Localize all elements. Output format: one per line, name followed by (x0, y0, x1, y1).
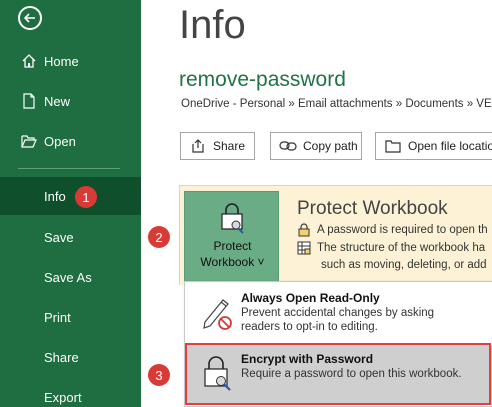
share-button[interactable]: Share (180, 132, 255, 160)
open-file-location-button[interactable]: Open file location (375, 132, 492, 160)
protect-info-line: The structure of the workbook ha (297, 241, 485, 255)
sidebar-item-label: Open (44, 133, 76, 149)
sidebar-item-info[interactable]: Info (0, 177, 141, 215)
pencil-blocked-icon (201, 292, 233, 337)
sidebar-item-save-as[interactable]: Save As (0, 258, 141, 296)
copy-path-label: Copy path (303, 139, 358, 153)
step-badge-3: 3 (148, 364, 170, 386)
protect-info-text: A password is required to open th (317, 224, 488, 237)
menu-item-always-open-read-only[interactable]: Always Open Read-Only Prevent accidental… (185, 284, 492, 344)
sidebar-item-save[interactable]: Save (0, 218, 141, 256)
sidebar-item-label: Print (44, 309, 71, 325)
protect-info-text: The structure of the workbook ha (317, 242, 486, 255)
protect-button-label-dropdown: Workbook ˅ (200, 255, 265, 269)
sidebar: Home New Open Info Save Save As Print Sh… (0, 0, 141, 407)
sidebar-item-label: Save (44, 229, 74, 245)
sidebar-item-open[interactable]: Open (0, 122, 141, 160)
menu-item-description-line: readers to opt-in to editing. (241, 321, 378, 333)
open-file-location-label: Open file location (408, 139, 492, 153)
protect-workbook-button[interactable]: Protect Workbook ˅ (184, 191, 279, 283)
file-name: remove-password (179, 68, 346, 91)
protect-info-line: A password is required to open th (297, 223, 488, 237)
copy-path-button[interactable]: Copy path (270, 132, 362, 160)
sidebar-item-label: Info (44, 188, 66, 204)
menu-item-title: Always Open Read-Only (241, 291, 380, 305)
sidebar-item-new[interactable]: New (0, 82, 141, 120)
share-icon (189, 137, 207, 155)
sidebar-item-label: Share (44, 349, 79, 365)
link-icon (279, 137, 297, 155)
lock-icon (219, 202, 245, 239)
sidebar-item-label: Home (44, 53, 79, 69)
protect-button-label: Protect (213, 239, 252, 253)
step-badge-1: 1 (75, 186, 97, 208)
home-icon (18, 50, 40, 72)
sidebar-item-print[interactable]: Print (0, 298, 141, 336)
sidebar-item-label: New (44, 93, 71, 109)
sidebar-divider (18, 168, 120, 169)
excel-backstage: Home New Open Info Save Save As Print Sh… (0, 0, 492, 407)
back-arrow-icon (23, 13, 35, 23)
sidebar-item-label: Export (44, 389, 82, 405)
folder-icon (384, 137, 402, 155)
lock-small-icon (297, 223, 313, 237)
sidebar-item-label: Save As (44, 269, 92, 285)
file-path-breadcrumb: OneDrive - Personal » Email attachments … (181, 98, 492, 110)
new-document-icon (18, 90, 40, 112)
structure-icon (297, 241, 313, 255)
step-badge-2: 2 (148, 226, 170, 248)
sidebar-item-export[interactable]: Export (0, 378, 141, 407)
share-label: Share (213, 139, 246, 153)
protect-workbook-title: Protect Workbook (297, 198, 448, 219)
page-title: Info (179, 3, 246, 47)
highlight-frame (185, 343, 491, 405)
menu-item-description: Prevent accidental changes by asking rea… (241, 306, 434, 334)
menu-item-description-line: Prevent accidental changes by asking (241, 307, 435, 319)
protect-info-line-continued: such as moving, deleting, or add (321, 259, 487, 271)
sidebar-item-home[interactable]: Home (0, 42, 141, 80)
back-button[interactable] (18, 6, 42, 30)
sidebar-item-share[interactable]: Share (0, 338, 141, 376)
folder-open-icon (18, 130, 40, 152)
